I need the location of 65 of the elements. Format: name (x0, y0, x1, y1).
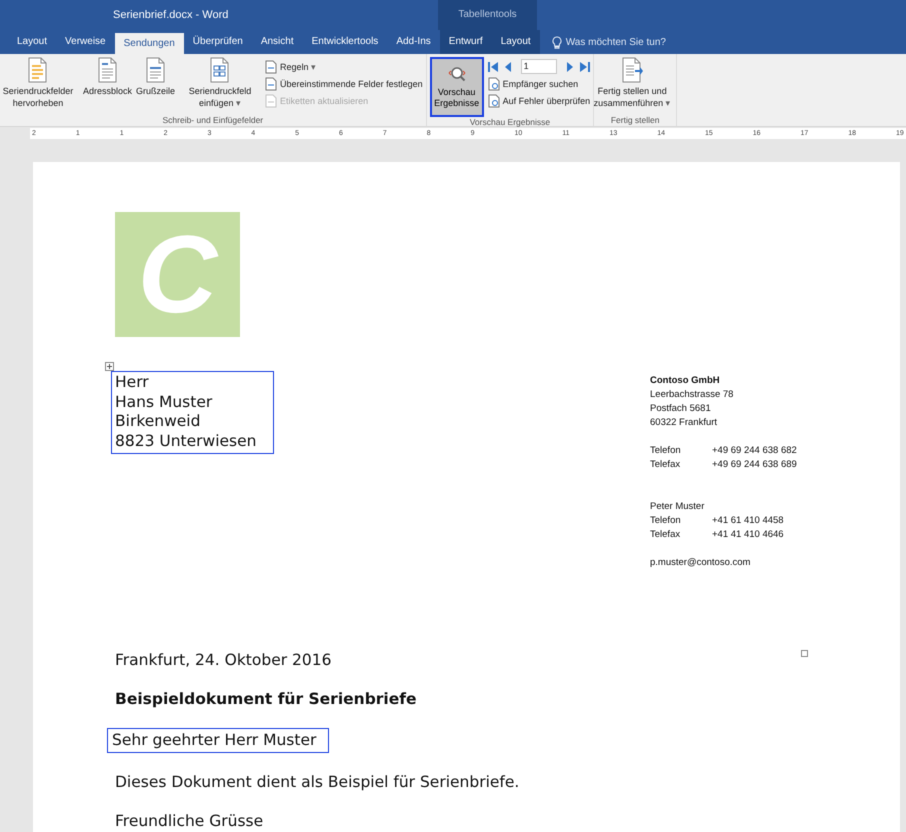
first-record-icon[interactable] (488, 62, 499, 72)
document-icon (265, 94, 278, 108)
record-number-field[interactable]: 1 (520, 59, 557, 74)
group-label: Schreib- und Einfügefelder (161, 115, 264, 126)
group-label: Vorschau Ergebnisse (468, 117, 552, 127)
document-icon (488, 94, 501, 108)
ribbon-tab[interactable]: Add-Ins (387, 30, 440, 54)
last-record-icon[interactable] (578, 62, 590, 72)
closing-text: Freundliche Grüsse (115, 811, 264, 831)
ribbon-tab[interactable]: Überprüfen (184, 30, 252, 54)
document-arrow-icon (621, 57, 644, 83)
ribbon-tab[interactable]: Entwurf (440, 30, 492, 54)
ribbon-button[interactable]: Grußzeile (136, 57, 176, 97)
ribbon-button[interactable]: Adressblock (83, 57, 132, 97)
document-icon (265, 60, 278, 74)
end-of-cell-marker (801, 650, 808, 656)
group-label: Fertig stellen (610, 115, 661, 126)
lightbulb-icon (552, 36, 562, 48)
previous-record-icon[interactable] (504, 62, 512, 72)
company-name: Contoso GmbH (650, 374, 721, 388)
ribbon-button[interactable]: Übereinstimmende Felder festlegen (265, 76, 423, 91)
ribbon-tab[interactable]: Layout (0, 30, 56, 54)
preview-results-button[interactable]: Vorschau Ergebnisse (430, 57, 484, 117)
context-tab-group: Tabellentools (438, 0, 537, 30)
phone-number: +49 69 244 638 689 (712, 458, 797, 472)
document-icon (488, 76, 501, 90)
ribbon-button[interactable]: Auf Fehler überprüfen (488, 93, 590, 108)
date-line: Frankfurt, 24. Oktober 2016 (115, 650, 332, 670)
contact-name: Peter Muster (650, 500, 706, 514)
document-icon (265, 76, 278, 90)
phone-label: Telefax (650, 458, 682, 472)
ribbon-button[interactable]: Seriendruckfeld einfügen ▾ (179, 57, 262, 109)
ribbon-button[interactable]: Seriendruckfelder hervorheben (0, 57, 79, 109)
phone-number: +49 69 244 638 682 (712, 444, 797, 458)
phone-number: +41 61 410 4458 (712, 514, 784, 528)
greeting-line-field: Sehr geehrter Herr Muster (107, 728, 330, 753)
table-move-handle-icon[interactable] (105, 362, 114, 371)
ribbon-button[interactable]: Empfänger suchen (488, 76, 590, 91)
address-block-field: Herr Hans Muster Birkenweid 8823 Unterwiesen (111, 371, 274, 454)
ribbon-tab[interactable]: Entwicklertools (302, 30, 388, 54)
address-line: 60322 Frankfurt (650, 416, 718, 430)
document-icon (144, 57, 167, 83)
email-address: p.muster@contoso.com (650, 556, 752, 570)
phone-label: Telefon (650, 514, 682, 528)
ribbon-button[interactable]: Regeln ▾ (265, 59, 423, 74)
address-line: Leerbachstrasse 78 (650, 388, 734, 402)
subject-line: Beispieldokument für Serienbriefe (115, 689, 418, 709)
phone-label: Telefax (650, 528, 682, 542)
document-icon (96, 57, 119, 83)
ribbon-tab[interactable]: Sendungen (114, 33, 184, 54)
phone-label: Telefon (650, 444, 682, 458)
ribbon-button[interactable]: Fertig stellen und zusammenführen ▾ (591, 57, 674, 109)
window-title: Serienbrief.docx - Word (113, 8, 230, 23)
ribbon-tab[interactable]: Ansicht (252, 30, 303, 54)
ribbon-tab[interactable]: Layout (492, 30, 540, 54)
address-line: Postfach 5681 (650, 402, 712, 416)
logo: C (115, 212, 240, 337)
body-text: Dieses Dokument dient als Beispiel für Serienbriefe. (115, 772, 520, 792)
next-record-icon[interactable] (566, 62, 574, 72)
document-icon (209, 57, 232, 83)
ribbon-tab[interactable]: Verweise (56, 30, 115, 54)
tell-me-text: Was möchten Sie tun? (566, 36, 666, 48)
phone-number: +41 41 410 4646 (712, 528, 784, 542)
tell-me-search[interactable]: Was möchten Sie tun? (540, 30, 666, 54)
document-icon (27, 57, 49, 83)
